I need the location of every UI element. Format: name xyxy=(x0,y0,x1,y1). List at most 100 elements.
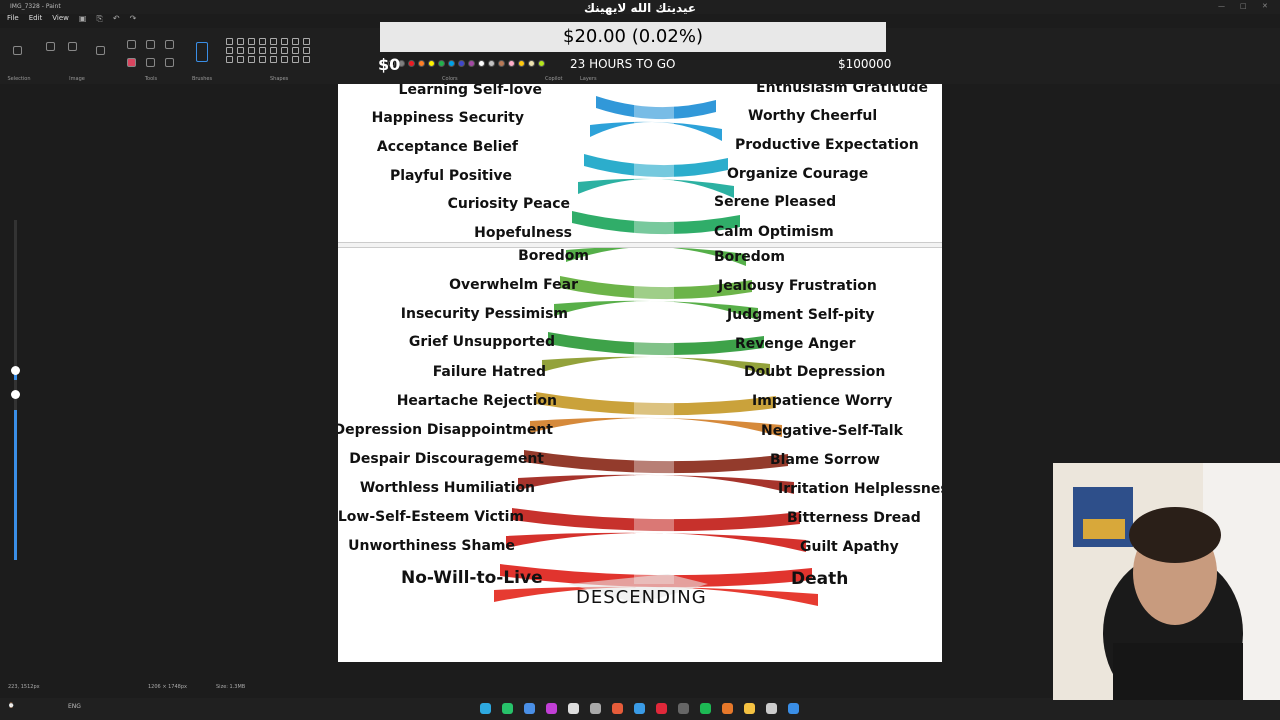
emotion-label: Boredom xyxy=(714,249,785,265)
eraser-icon[interactable] xyxy=(127,58,136,67)
paint-canvas[interactable]: Learning Self-love Happiness Security Acce… xyxy=(338,84,942,662)
arrow-up-shape-icon[interactable] xyxy=(292,47,299,54)
taskbar-app-icon[interactable] xyxy=(656,703,667,714)
save-icon[interactable]: ▣ xyxy=(79,14,87,28)
taskbar-app-icon[interactable] xyxy=(678,703,689,714)
taskbar-app-icon[interactable] xyxy=(590,703,601,714)
triangle-shape-icon[interactable] xyxy=(303,38,310,45)
oval-shape-icon[interactable] xyxy=(259,38,266,45)
taskbar-app-icon[interactable] xyxy=(524,703,535,714)
color-swatch[interactable] xyxy=(438,60,445,67)
emotion-label: Jealousy Frustration xyxy=(718,278,877,294)
file-size: Size: 1.3MB xyxy=(216,684,246,690)
taskbar-app-icon[interactable] xyxy=(480,703,491,714)
curve-shape-icon[interactable] xyxy=(237,38,244,45)
select-icon[interactable] xyxy=(13,46,22,55)
taskbar-app-icon[interactable] xyxy=(612,703,623,714)
close-button[interactable]: ✕ xyxy=(1262,2,1268,10)
goal-amount: $20.00 (0.02%) xyxy=(563,26,703,47)
taskbar-app-icon[interactable] xyxy=(546,703,557,714)
taskbar-app-icon[interactable] xyxy=(634,703,645,714)
menu-file[interactable]: File xyxy=(7,14,19,28)
emotion-label: Low-Self-Esteem Victim xyxy=(338,509,524,525)
heart-shape-icon[interactable] xyxy=(292,56,299,63)
rotate-icon[interactable] xyxy=(96,46,105,55)
color-swatch[interactable] xyxy=(478,60,485,67)
emotion-label: Calm Optimism xyxy=(714,224,834,240)
emotion-label: Acceptance Belief xyxy=(376,139,518,155)
emotion-label: Insecurity Pessimism xyxy=(400,306,568,322)
text-icon[interactable] xyxy=(165,40,174,49)
chart-divider xyxy=(338,242,942,248)
pencil-icon[interactable] xyxy=(127,40,136,49)
color-swatch[interactable] xyxy=(488,60,495,67)
arrow-left-shape-icon[interactable] xyxy=(281,47,288,54)
fill-icon[interactable] xyxy=(146,40,155,49)
brush-icon[interactable] xyxy=(196,42,208,62)
star6-shape-icon[interactable] xyxy=(248,56,255,63)
webcam-overlay xyxy=(1053,463,1280,700)
rounded-rect-shape-icon[interactable] xyxy=(281,38,288,45)
bottom-right-label: Death xyxy=(791,569,849,589)
minimize-button[interactable]: — xyxy=(1218,2,1225,10)
crop-icon[interactable] xyxy=(46,42,55,51)
taskbar-app-icon[interactable] xyxy=(788,703,799,714)
brushes-label: Brushes xyxy=(191,76,213,82)
taskbar-app-icon[interactable] xyxy=(744,703,755,714)
arrow-down-shape-icon[interactable] xyxy=(303,47,310,54)
resize-icon[interactable] xyxy=(68,42,77,51)
star4-shape-icon[interactable] xyxy=(226,56,233,63)
color-swatch[interactable] xyxy=(518,60,525,67)
pentagon-shape-icon[interactable] xyxy=(248,47,255,54)
arrow-right-shape-icon[interactable] xyxy=(270,47,277,54)
freeform-shape-icon[interactable] xyxy=(248,38,255,45)
color-swatch[interactable] xyxy=(458,60,465,67)
callout-cloud-shape-icon[interactable] xyxy=(281,56,288,63)
emotion-label: Irritation Helplessness xyxy=(778,481,942,497)
star5-shape-icon[interactable] xyxy=(237,56,244,63)
emotion-label: Judgment Self-pity xyxy=(727,307,875,323)
tray-clock-icon: ⌚ xyxy=(8,703,15,709)
color-swatch[interactable] xyxy=(538,60,545,67)
taskbar-app-icon[interactable] xyxy=(700,703,711,714)
slider-knob-bottom[interactable] xyxy=(11,390,20,399)
language-indicator[interactable]: ENG xyxy=(68,703,81,710)
emotion-label: Boredom xyxy=(518,248,589,264)
maximize-button[interactable]: □ xyxy=(1240,2,1247,10)
menu-view[interactable]: View xyxy=(52,14,69,28)
color-swatch[interactable] xyxy=(448,60,455,67)
goal-high-value: $100000 xyxy=(838,57,892,71)
polygon-shape-icon[interactable] xyxy=(292,38,299,45)
callout-rect-shape-icon[interactable] xyxy=(259,56,266,63)
taskbar-app-icon[interactable] xyxy=(766,703,777,714)
color-swatch[interactable] xyxy=(428,60,435,67)
menu-edit[interactable]: Edit xyxy=(29,14,43,28)
color-swatch[interactable] xyxy=(418,60,425,67)
shapes-gallery xyxy=(226,38,310,63)
taskbar-app-icon[interactable] xyxy=(722,703,733,714)
color-swatch[interactable] xyxy=(528,60,535,67)
callout-oval-shape-icon[interactable] xyxy=(270,56,277,63)
hexagon-shape-icon[interactable] xyxy=(259,47,266,54)
share-icon[interactable]: ⎘ xyxy=(96,14,102,28)
emotion-label: Grief Unsupported xyxy=(408,334,555,350)
color-swatch[interactable] xyxy=(408,60,415,67)
color-picker-icon[interactable] xyxy=(146,58,155,67)
color-swatch[interactable] xyxy=(508,60,515,67)
color-swatch[interactable] xyxy=(498,60,505,67)
diamond-shape-icon[interactable] xyxy=(237,47,244,54)
right-triangle-shape-icon[interactable] xyxy=(226,47,233,54)
rectangle-shape-icon[interactable] xyxy=(270,38,277,45)
undo-icon[interactable]: ↶ xyxy=(113,14,120,28)
taskbar-app-icon[interactable] xyxy=(568,703,579,714)
emotion-label: Worthless Humiliation xyxy=(359,480,535,496)
color-swatch[interactable] xyxy=(468,60,475,67)
color-palette xyxy=(388,60,545,67)
taskbar-app-icon[interactable] xyxy=(502,703,513,714)
lightning-shape-icon[interactable] xyxy=(303,56,310,63)
line-shape-icon[interactable] xyxy=(226,38,233,45)
slider-knob-top[interactable] xyxy=(11,366,20,375)
redo-icon[interactable]: ↷ xyxy=(130,14,137,28)
goal-low-value: $0 xyxy=(378,55,401,74)
magnifier-icon[interactable] xyxy=(165,58,174,67)
